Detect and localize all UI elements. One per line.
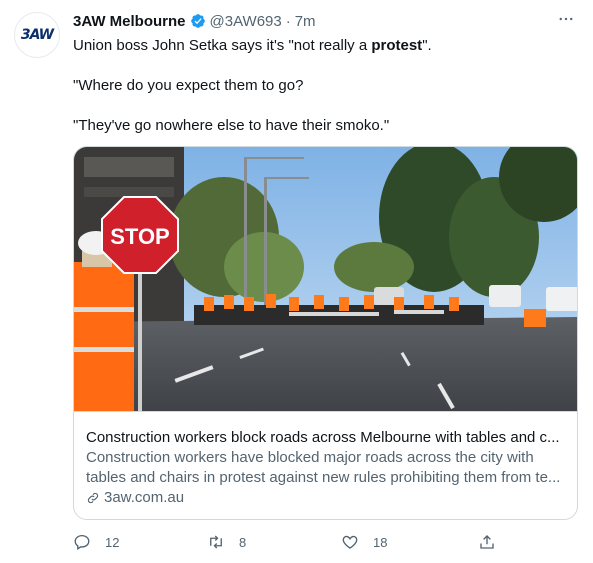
retweet-icon <box>210 535 222 549</box>
card-body[interactable]: Construction workers block roads across … <box>74 411 577 519</box>
retweet-count: 8 <box>239 534 247 550</box>
retweet-button[interactable]: 8 <box>207 533 246 551</box>
card-domain[interactable]: 3aw.com.au <box>86 488 567 508</box>
share-button[interactable] <box>478 533 496 551</box>
card-photo: STOP <box>74 147 577 411</box>
author-avatar[interactable]: 3AW <box>14 12 60 58</box>
tweet-paragraph-2: "Where do you expect them to go? <box>73 77 304 94</box>
link-icon <box>87 492 99 504</box>
card-description-line-2: tables and chairs in protest against new… <box>86 469 561 486</box>
author-name[interactable]: 3AW Melbourne <box>73 13 186 30</box>
tweet-text-span: Union boss John Setka says it's "not rea… <box>73 37 372 54</box>
card-title[interactable]: Construction workers block roads across … <box>86 428 567 448</box>
avatar-logo: 3AW <box>20 27 54 43</box>
link-card[interactable]: STOP Construction workers block roads ac… <box>73 146 578 520</box>
like-button[interactable]: 18 <box>341 533 387 551</box>
reply-button[interactable]: 12 <box>73 533 119 551</box>
verified-badge-icon <box>190 14 205 28</box>
tweet-actions: 12 8 18 <box>73 530 513 554</box>
header-separator: · <box>285 12 291 30</box>
like-icon <box>342 535 358 549</box>
ellipsis-icon <box>559 17 573 21</box>
card-image[interactable]: STOP <box>74 147 577 411</box>
like-count: 18 <box>373 534 388 550</box>
tweet-text-bold: protest <box>371 37 423 54</box>
tweet-paragraph-1: Union boss John Setka says it's "not rea… <box>73 36 573 56</box>
reply-count: 12 <box>105 534 120 550</box>
tweet-paragraph-3: "They've go nowhere else to have their s… <box>73 117 390 134</box>
author-handle[interactable]: @3AW693 <box>210 13 282 30</box>
tweet-text: Union boss John Setka says it's "not rea… <box>73 36 573 156</box>
stop-sign-text: STOP <box>110 224 170 249</box>
card-description-line-1: Construction workers have blocked major … <box>86 449 534 466</box>
share-icon <box>480 535 494 549</box>
reply-icon <box>74 534 90 550</box>
more-options-icon[interactable] <box>557 10 575 33</box>
tweet-text-span: ". <box>422 37 432 54</box>
tweet-header: 3AW Melbourne @3AW693 · 7m <box>73 11 316 31</box>
card-domain-text[interactable]: 3aw.com.au <box>104 488 184 508</box>
tweet-timestamp[interactable]: 7m <box>295 13 316 30</box>
